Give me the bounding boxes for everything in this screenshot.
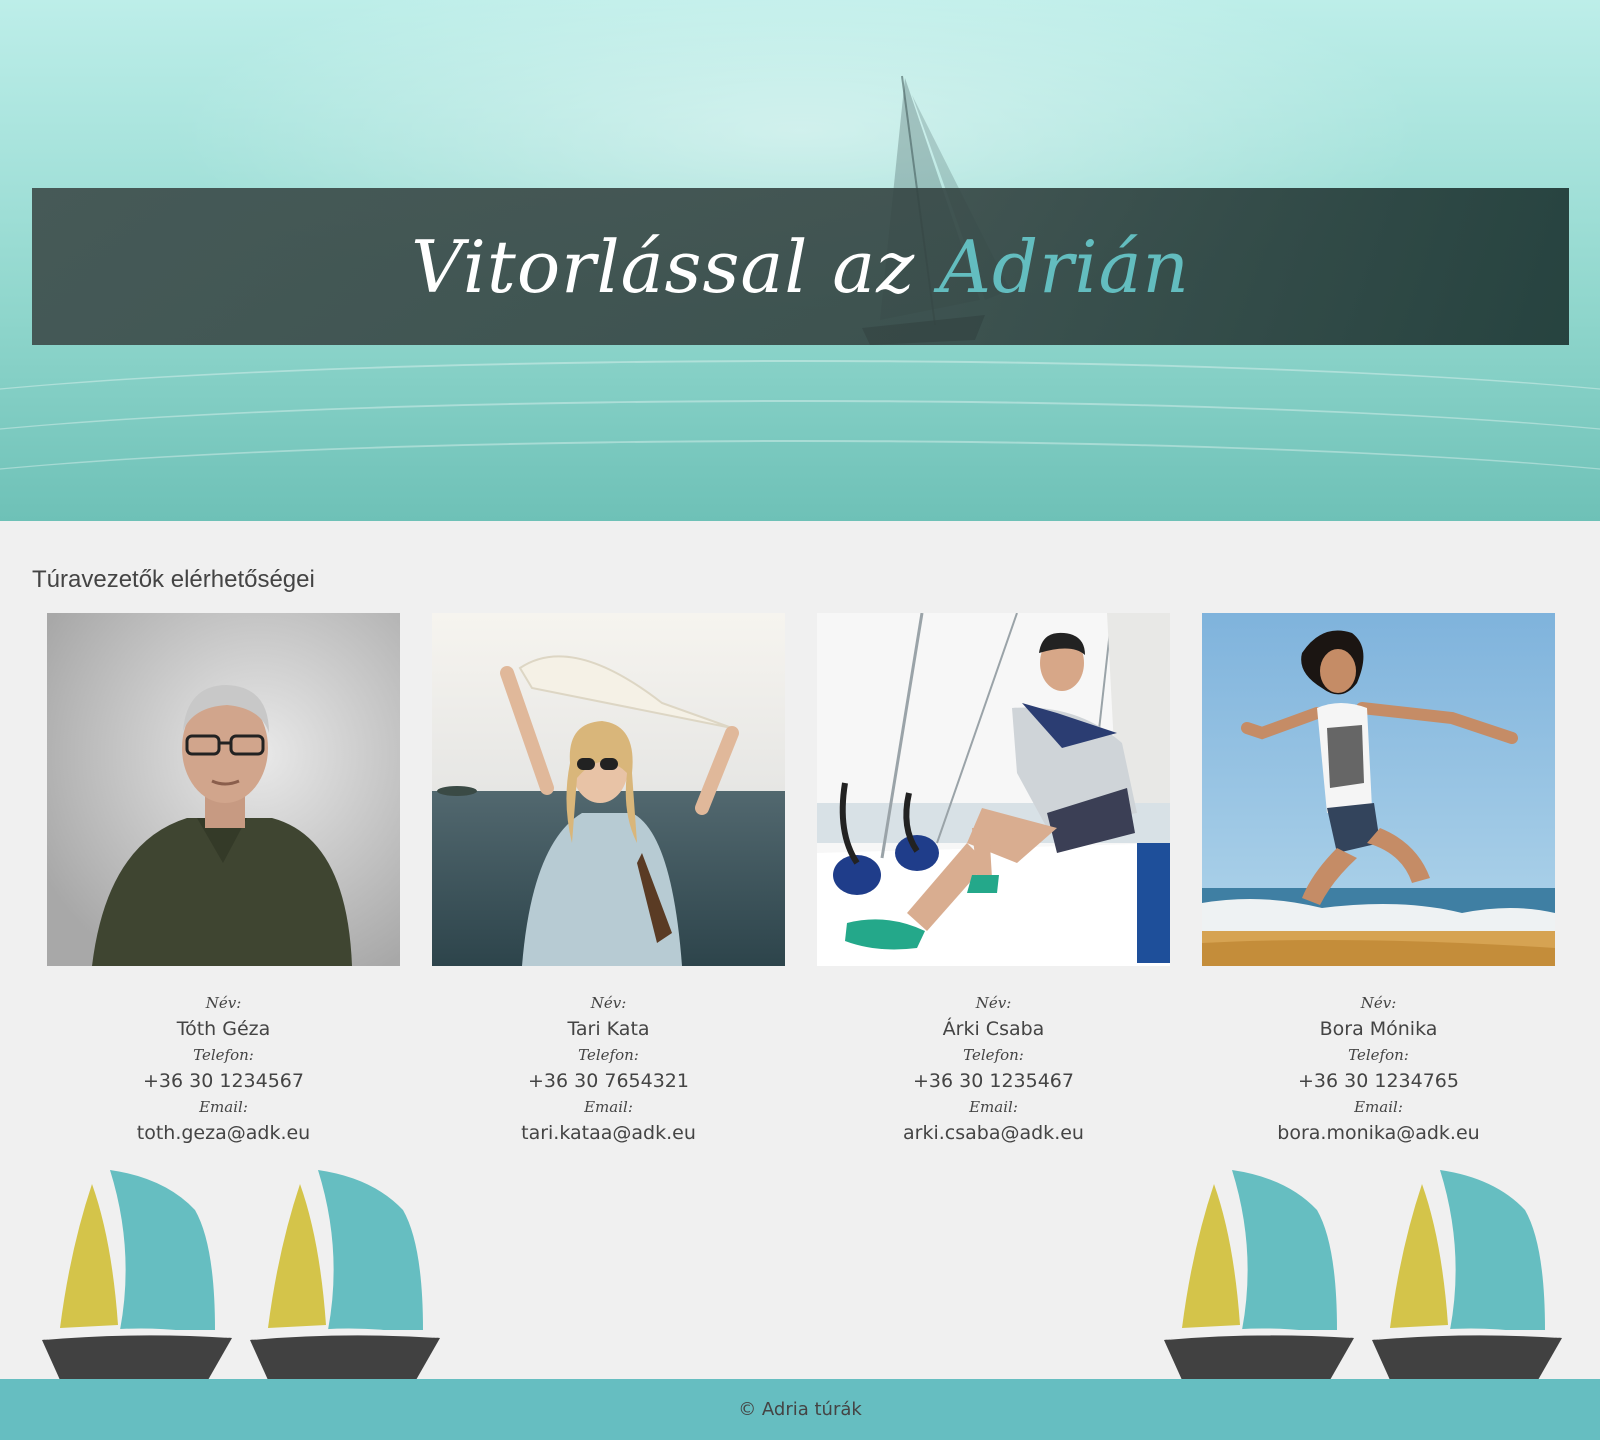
guide-photo: [817, 613, 1170, 966]
phone-label: Telefon:: [963, 1046, 1024, 1064]
page-title-main: Vitorlással az: [411, 224, 940, 309]
sailboat-icon: [1164, 1170, 1354, 1380]
guide-info: Név: Tóth Géza Telefon: +36 30 1234567 E…: [47, 992, 400, 1148]
guide-card: Név: Árki Csaba Telefon: +36 30 1235467 …: [817, 613, 1170, 1148]
email-label: Email:: [969, 1098, 1018, 1116]
guide-photo: [1202, 613, 1555, 966]
guide-card: Név: Tóth Géza Telefon: +36 30 1234567 E…: [47, 613, 400, 1148]
email-label: Email:: [199, 1098, 248, 1116]
hero-banner-image: Vitorlással az Adrián: [0, 0, 1600, 521]
guide-email: bora.monika@adk.eu: [1277, 1122, 1480, 1144]
guide-email: toth.geza@adk.eu: [136, 1122, 311, 1144]
phone-label: Telefon:: [578, 1046, 639, 1064]
section-title: Túraveze­tők elérhetőségei: [32, 566, 315, 593]
title-banner: Vitorlással az Adrián: [32, 188, 1569, 345]
guide-info: Név: Tari Kata Telefon: +36 30 7654321 E…: [432, 992, 785, 1148]
guide-photo: [432, 613, 785, 966]
guide-phone: +36 30 7654321: [528, 1070, 689, 1092]
guide-phone: +36 30 1235467: [913, 1070, 1074, 1092]
guide-email: tari.kataa@adk.eu: [521, 1122, 696, 1144]
guide-name: Árki Csaba: [942, 1018, 1045, 1040]
page-title-accent: Adrián: [939, 224, 1190, 309]
name-label: Név:: [975, 994, 1012, 1012]
phone-label: Telefon:: [1348, 1046, 1409, 1064]
footer-copyright: © Adria túrák: [738, 1399, 862, 1420]
guide-phone: +36 30 1234765: [1298, 1070, 1459, 1092]
page-title: Vitorlással az Adrián: [411, 225, 1190, 309]
guide-card: Név: Tari Kata Telefon: +36 30 7654321 E…: [432, 613, 785, 1148]
email-label: Email:: [1354, 1098, 1403, 1116]
guide-name: Tari Kata: [567, 1018, 650, 1040]
guide-cards: Név: Tóth Géza Telefon: +36 30 1234567 E…: [47, 613, 1555, 1153]
name-label: Név:: [1360, 994, 1397, 1012]
guide-photo: [47, 613, 400, 966]
email-label: Email:: [584, 1098, 633, 1116]
sailboat-icon: [250, 1170, 440, 1380]
name-label: Név:: [205, 994, 242, 1012]
guide-info: Név: Árki Csaba Telefon: +36 30 1235467 …: [817, 992, 1170, 1148]
phone-label: Telefon:: [193, 1046, 254, 1064]
sailboat-icon: [1372, 1170, 1562, 1380]
footer: © Adria túrák: [0, 1379, 1600, 1440]
guide-card: Név: Bora Mónika Telefon: +36 30 1234765…: [1202, 613, 1555, 1148]
sailboat-icon: [42, 1170, 232, 1380]
guide-name: Tóth Géza: [176, 1018, 271, 1040]
guide-phone: +36 30 1234567: [143, 1070, 304, 1092]
guide-email: arki.csaba@adk.eu: [903, 1122, 1084, 1144]
guide-name: Bora Mónika: [1319, 1018, 1438, 1040]
guide-info: Név: Bora Mónika Telefon: +36 30 1234765…: [1202, 992, 1555, 1148]
name-label: Név:: [590, 994, 627, 1012]
